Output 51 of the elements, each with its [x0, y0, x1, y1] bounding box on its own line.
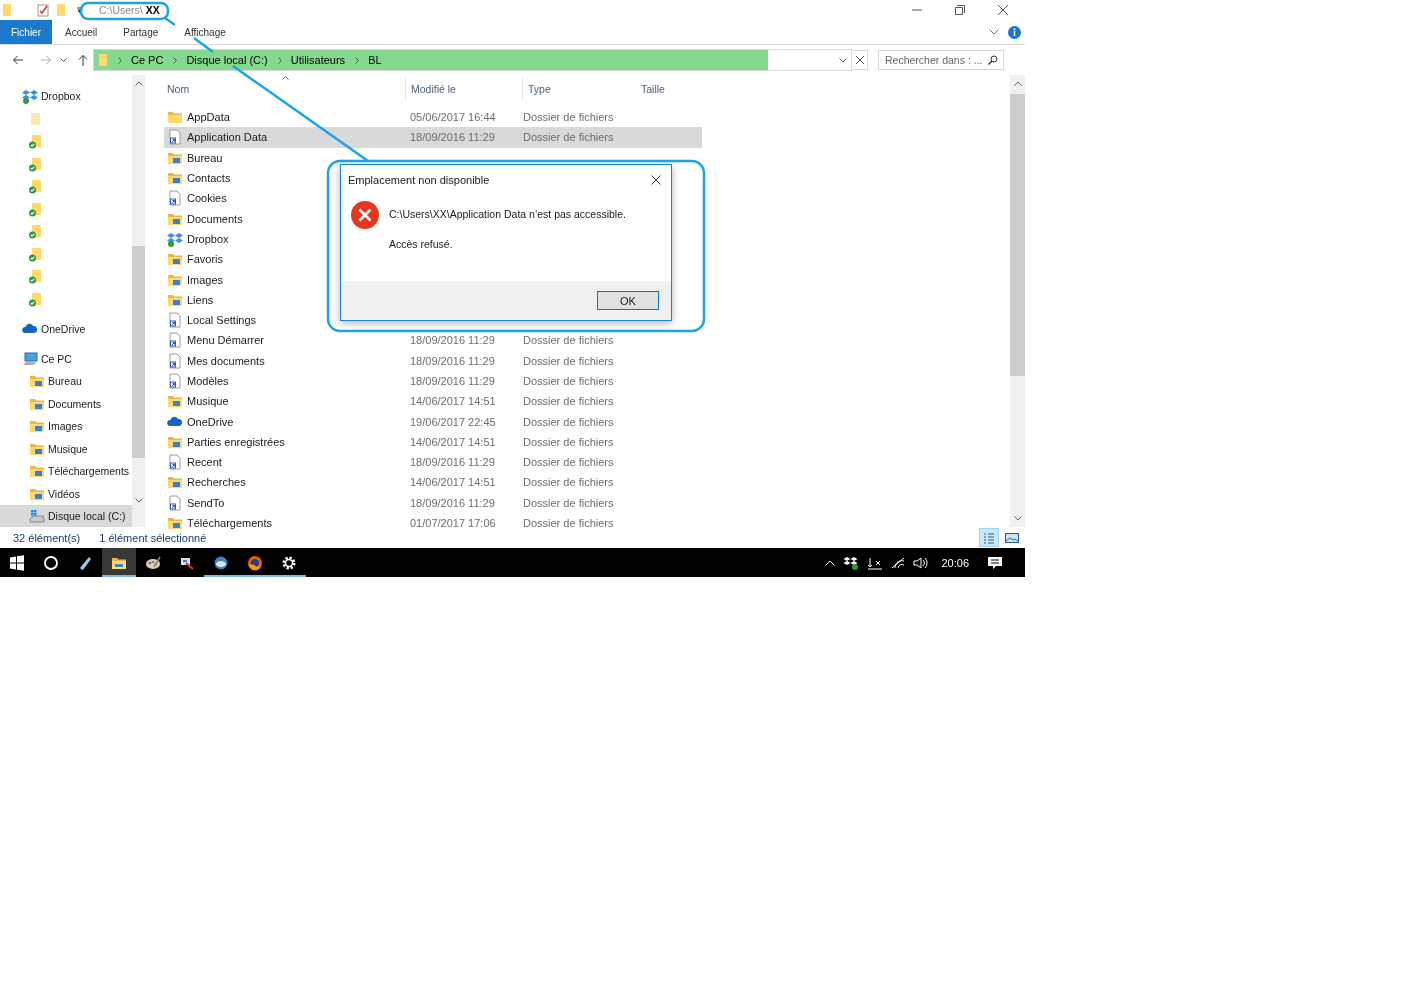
- selection-count: 1 élément sélectionné: [99, 531, 207, 544]
- table-cell: Dossier de fichiers: [523, 476, 614, 489]
- file-name: Modèles: [187, 375, 229, 387]
- file-name: Musique: [187, 395, 229, 408]
- table-cell-text: 18/09/2016 11:29: [410, 375, 496, 387]
- dialog-title: Emplacement non disponible: [348, 174, 491, 186]
- file-name: Parties enregistrées: [187, 435, 285, 448]
- table-cell: Dossier de fichiers: [523, 517, 614, 530]
- table-cell: Dossier de fichiers: [523, 435, 614, 448]
- table-cell-text: 05/06/2017 16:44: [410, 111, 497, 124]
- file-name: Images: [187, 273, 224, 286]
- table-cell-text: 18/09/2016 11:29: [410, 354, 496, 367]
- table-cell-text: 18/09/2016 11:29: [410, 496, 496, 509]
- file-name: Recent: [187, 456, 222, 469]
- table-cell: Dossier de fichiers: [523, 334, 614, 347]
- table-cell-text: 18/09/2016 11:29: [410, 334, 496, 347]
- item-count: 32 élément(s): [13, 531, 81, 544]
- file-name: Favoris: [187, 253, 224, 266]
- file-name: Application Data: [187, 131, 268, 144]
- table-cell: Dossier de fichiers: [523, 395, 614, 408]
- table-cell-text: 14/06/2017 14:51: [410, 395, 497, 408]
- table-cell-text: 14/06/2017 14:51: [410, 435, 497, 448]
- file-name: SendTo: [187, 496, 225, 509]
- file-name: Menu Démarrer: [187, 334, 265, 347]
- table-cell: Dossier de fichiers: [523, 415, 614, 428]
- table-cell: Dossier de fichiers: [523, 496, 614, 509]
- error-message: C:\Users\XX\Application Data n’est pas accessible.: [389, 208, 626, 220]
- file-name: Cookies: [187, 192, 227, 205]
- table-cell-text: 19/06/2017 22:45: [410, 415, 497, 428]
- table-cell: Dossier de fichiers: [523, 111, 614, 124]
- table-cell-text: 01/07/2017 17:06: [410, 517, 497, 530]
- table-cell: Dossier de fichiers: [523, 131, 614, 144]
- file-name: Dropbox: [187, 232, 229, 245]
- table-cell-text: 14/06/2017 14:51: [410, 476, 497, 489]
- window-title: C:\Users\ XX: [98, 4, 161, 16]
- file-name: Recherches: [187, 476, 246, 489]
- table-cell-text: 18/09/2016 11:29: [410, 456, 496, 469]
- file-name: Bureau: [187, 151, 223, 164]
- file-name: Local Settings: [187, 314, 257, 327]
- file-name: Contacts: [187, 172, 231, 185]
- error-detail: Accès refusé.: [389, 238, 454, 250]
- table-cell-text: 18/09/2016 11:29: [410, 131, 496, 144]
- file-name: Téléchargements: [187, 517, 272, 530]
- file-name: OneDrive: [187, 415, 234, 428]
- table-cell: Dossier de fichiers: [523, 375, 614, 387]
- table-cell: Dossier de fichiers: [523, 354, 614, 367]
- table-cell: Dossier de fichiers: [523, 456, 614, 469]
- file-name: Documents: [187, 212, 243, 225]
- file-name: Liens: [187, 293, 214, 306]
- file-name: AppData: [187, 111, 230, 124]
- file-name: Mes documents: [187, 354, 265, 367]
